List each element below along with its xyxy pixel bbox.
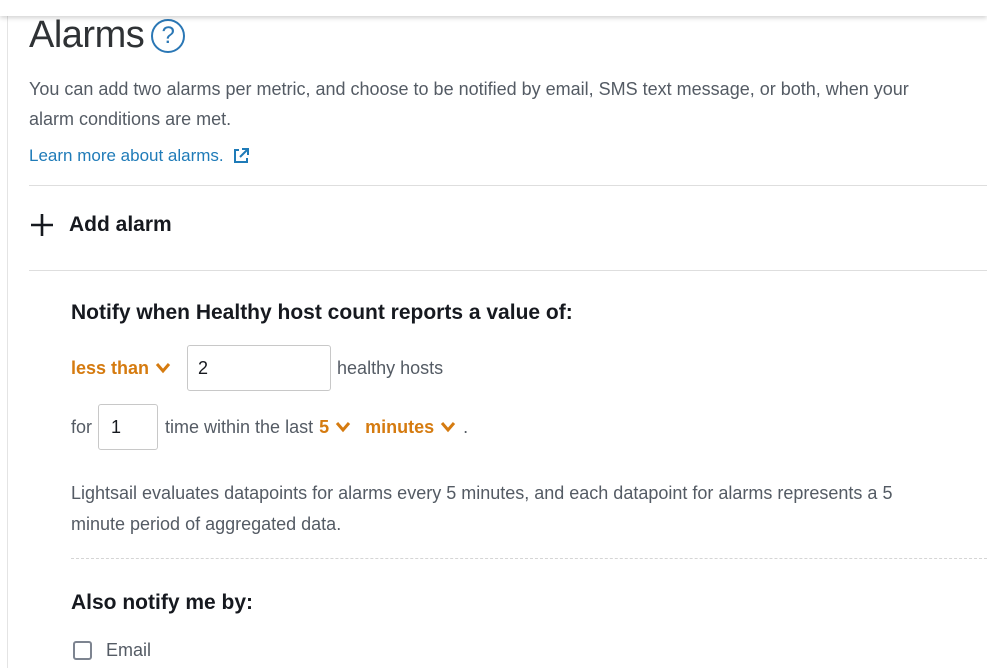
plus-icon xyxy=(31,214,53,236)
evaluation-note: Lightsail evaluates datapoints for alarm… xyxy=(71,483,893,534)
divider xyxy=(29,270,987,271)
left-border xyxy=(7,16,8,668)
operator-value: less than xyxy=(71,357,150,378)
add-alarm-button[interactable]: Add alarm xyxy=(29,212,172,238)
add-alarm-label: Add alarm xyxy=(69,213,172,236)
dashed-divider xyxy=(71,558,987,559)
evaluation-periods-value: 5 xyxy=(319,416,330,437)
chevron-down-icon xyxy=(440,422,456,433)
notify-title: Also notify me by: xyxy=(71,591,254,614)
for-label: for xyxy=(71,416,93,437)
threshold-suffix: healthy hosts xyxy=(337,357,444,378)
operator-dropdown[interactable]: less than xyxy=(71,358,171,379)
evaluation-periods-dropdown[interactable]: 5 xyxy=(319,417,351,438)
divider xyxy=(29,185,987,186)
learn-more-link[interactable]: Learn more about alarms. xyxy=(29,146,250,166)
email-option[interactable]: Email xyxy=(73,640,151,661)
chevron-down-icon xyxy=(155,363,171,374)
external-link-icon xyxy=(233,148,249,163)
period-row: for time within the last 5 minutes . xyxy=(71,404,468,450)
email-label: Email xyxy=(106,640,152,660)
title-row: Alarms ? xyxy=(29,14,186,57)
email-checkbox[interactable] xyxy=(73,641,92,660)
period-end: . xyxy=(463,416,469,437)
threshold-row: less than healthy hosts xyxy=(71,345,443,391)
condition-title: Notify when Healthy host count reports a… xyxy=(71,301,573,324)
alarms-description: You can add two alarms per metric, and c… xyxy=(29,79,909,129)
top-bar xyxy=(0,0,987,16)
learn-more-label: Learn more about alarms. xyxy=(29,146,224,165)
within-label: time within the last xyxy=(165,416,314,437)
question-circle-icon[interactable]: ? xyxy=(151,18,186,53)
period-unit-dropdown[interactable]: minutes xyxy=(365,417,456,438)
page-title: Alarms xyxy=(29,14,145,56)
chevron-down-icon xyxy=(335,422,351,433)
period-unit-value: minutes xyxy=(365,416,435,437)
datapoints-input[interactable] xyxy=(98,404,159,450)
threshold-input[interactable] xyxy=(187,345,332,391)
